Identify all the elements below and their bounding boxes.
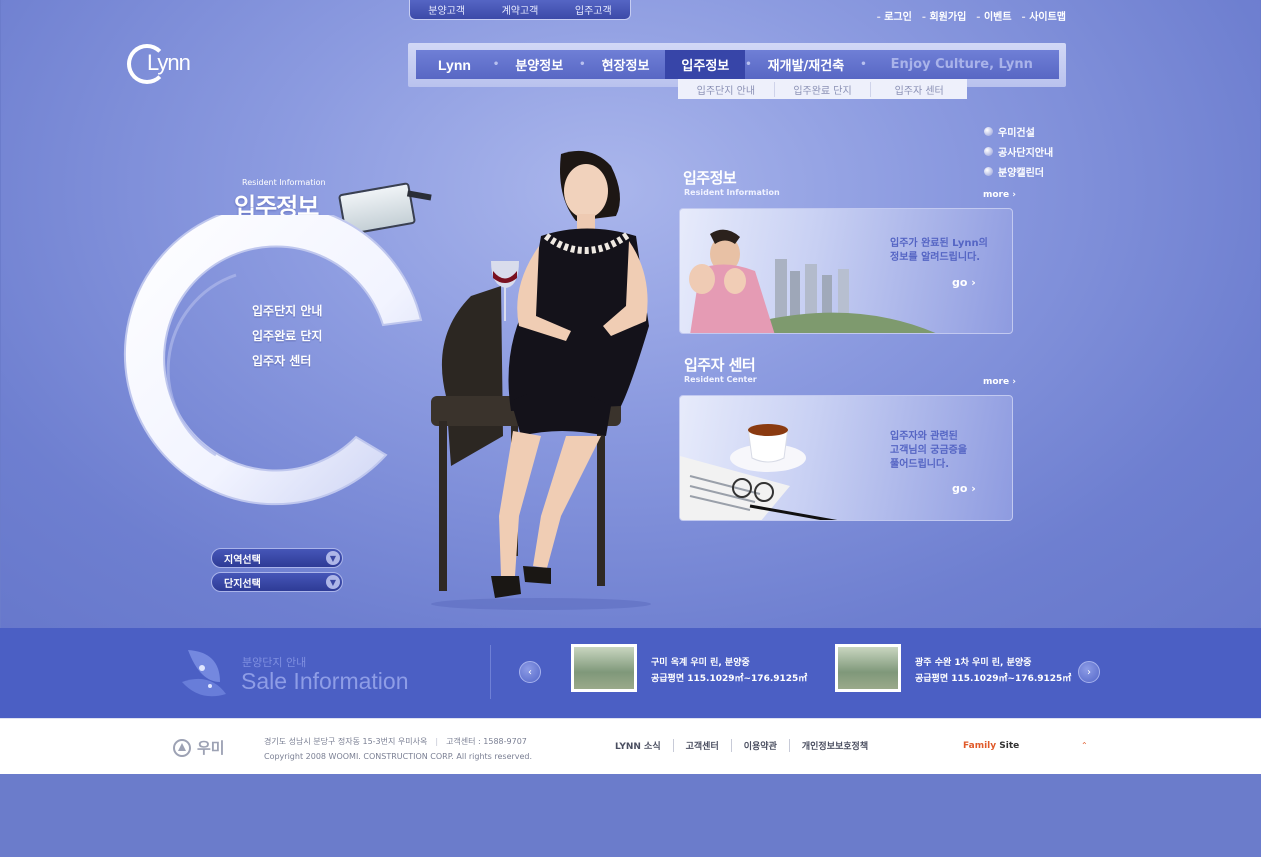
band-divider	[490, 645, 491, 699]
info-more-link[interactable]: more ›	[983, 190, 1016, 200]
next-arrow-icon[interactable]: ›	[1078, 661, 1100, 683]
main-nav: Lynn • 분양정보 • 현장정보 입주정보 • 재개발/재건축 • Enjo…	[416, 50, 1059, 79]
complex-select[interactable]: 단지선택 ▼	[211, 572, 343, 592]
sale-thumb-2[interactable]	[835, 644, 901, 692]
sub-nav: 입주단지 안내 입주완료 단지 입주자 센터	[678, 79, 967, 99]
center-more-link[interactable]: more ›	[983, 377, 1016, 387]
sale-title-en: Sale Information	[241, 668, 409, 694]
tab-sale-customer[interactable]: 분양고객	[428, 2, 465, 17]
family-photo	[689, 229, 936, 333]
woomi-mark-icon	[173, 738, 191, 757]
leaf-icon	[182, 650, 226, 697]
sub-nav-resident-center[interactable]: 입주자 센터	[871, 82, 967, 97]
bullet-icon	[984, 126, 993, 136]
utility-links: 로그인 회원가입 이벤트 사이트맵	[877, 8, 1066, 23]
chevron-down-icon: ▼	[326, 551, 340, 565]
hero-area: 분양고객 계약고객 입주고객 로그인 회원가입 이벤트 사이트맵 Lynn Ly…	[1, 0, 1260, 628]
section-title-en: Resident Information	[242, 178, 326, 187]
sub-nav-completed-complex[interactable]: 입주완료 단지	[775, 81, 872, 97]
info-card-text: 입주가 완료된 Lynn의 정보를 알려드립니다.	[890, 238, 988, 263]
region-select[interactable]: 지역선택 ▼	[211, 548, 343, 568]
quick-link-construction[interactable]: 공사단지안내	[984, 141, 1053, 161]
info-go-link[interactable]: go ›	[952, 276, 976, 289]
footer-link-terms[interactable]: 이용약관	[732, 739, 790, 752]
chevron-down-icon: ▼	[326, 575, 340, 589]
family-site-select[interactable]: Family Site	[963, 741, 1019, 751]
tab-contract-customer[interactable]: 계약고객	[502, 2, 539, 17]
sale-thumb-1[interactable]	[571, 644, 637, 692]
sub-nav-complex-guide[interactable]: 입주단지 안내	[678, 81, 775, 97]
sale-information-band: 분양단지 안내 Sale Information ‹ 구미 옥계 우미 린, 분…	[0, 628, 1261, 718]
join-link[interactable]: 회원가입	[922, 8, 966, 23]
nav-item-lynn[interactable]: Lynn	[416, 50, 493, 79]
sitemap-link[interactable]: 사이트맵	[1022, 8, 1066, 23]
tab-resident-customer[interactable]: 입주고객	[575, 2, 612, 17]
woomi-logo: 우미	[173, 737, 225, 758]
bullet-icon	[984, 146, 993, 156]
nav-item-sale-info[interactable]: 분양정보	[499, 50, 579, 79]
customer-tabs: 분양고객 계약고객 입주고객	[409, 0, 631, 20]
section-menu: 입주단지 안내 입주완료 단지 입주자 센터	[252, 302, 322, 377]
footer-links: LYNN 소식 고객센터 이용약관 개인정보보호정책	[615, 739, 880, 752]
copyright: Copyright 2008 WOOMI. CONSTRUCTION CORP.…	[264, 752, 533, 761]
sale-item-2[interactable]: 광주 수완 1차 우미 린, 분양중 공급평면 115.1029㎡~176.91…	[915, 655, 1071, 687]
menu-completed-complex[interactable]: 입주완료 단지	[252, 327, 322, 352]
nav-slogan: Enjoy Culture, Lynn	[890, 57, 1033, 72]
model-photo	[431, 150, 651, 610]
footer-link-support[interactable]: 고객센터	[674, 739, 732, 752]
center-go-link[interactable]: go ›	[952, 482, 976, 495]
info-panel-title: 입주정보	[683, 169, 737, 187]
chevron-up-icon[interactable]: ⌃	[1081, 741, 1088, 750]
bullet-icon	[984, 166, 993, 176]
quick-link-woomi[interactable]: 우미건설	[984, 121, 1053, 141]
event-link[interactable]: 이벤트	[976, 8, 1012, 23]
quick-link-calendar[interactable]: 분양캘린더	[984, 161, 1053, 181]
footer: 우미 경기도 성남시 분당구 정자동 15-3번지 우미사옥 | 고객센터 : 15…	[0, 718, 1261, 774]
center-panel-title: 입주자 센터	[684, 356, 756, 374]
footer-address: 경기도 성남시 분당구 정자동 15-3번지 우미사옥 | 고객센터 : 1588-…	[264, 734, 532, 764]
info-card[interactable]: 입주가 완료된 Lynn의 정보를 알려드립니다. go ›	[679, 208, 1013, 334]
nav-item-redevelopment[interactable]: 재개발/재건축	[752, 50, 861, 79]
prev-arrow-icon[interactable]: ‹	[519, 661, 541, 683]
nav-item-resident-info[interactable]: 입주정보	[665, 50, 746, 79]
center-card-text: 입주자와 관련된 고객님의 궁금증을 풀어드립니다.	[890, 431, 968, 470]
login-link[interactable]: 로그인	[877, 8, 912, 23]
nav-item-site-info[interactable]: 현장정보	[586, 50, 666, 79]
footer-link-privacy[interactable]: 개인정보보호정책	[790, 739, 880, 752]
menu-complex-guide[interactable]: 입주단지 안내	[252, 302, 322, 327]
lynn-logo[interactable]: Lynn	[127, 42, 207, 88]
footer-link-news[interactable]: LYNN 소식	[615, 739, 674, 752]
logo-text: Lynn	[147, 50, 191, 75]
nav-separator: •	[860, 59, 867, 70]
center-card[interactable]: 입주자와 관련된 고객님의 궁금증을 풀어드립니다. go ›	[679, 395, 1013, 521]
quick-links: 우미건설 공사단지안내 분양캘린더	[984, 121, 1053, 181]
info-panel-subtitle: Resident Information	[684, 188, 780, 197]
center-panel-subtitle: Resident Center	[684, 375, 757, 384]
sale-item-1[interactable]: 구미 옥계 우미 린, 분양중 공급평면 115.1029㎡~176.9125㎡	[651, 655, 807, 687]
menu-resident-center[interactable]: 입주자 센터	[252, 352, 322, 377]
